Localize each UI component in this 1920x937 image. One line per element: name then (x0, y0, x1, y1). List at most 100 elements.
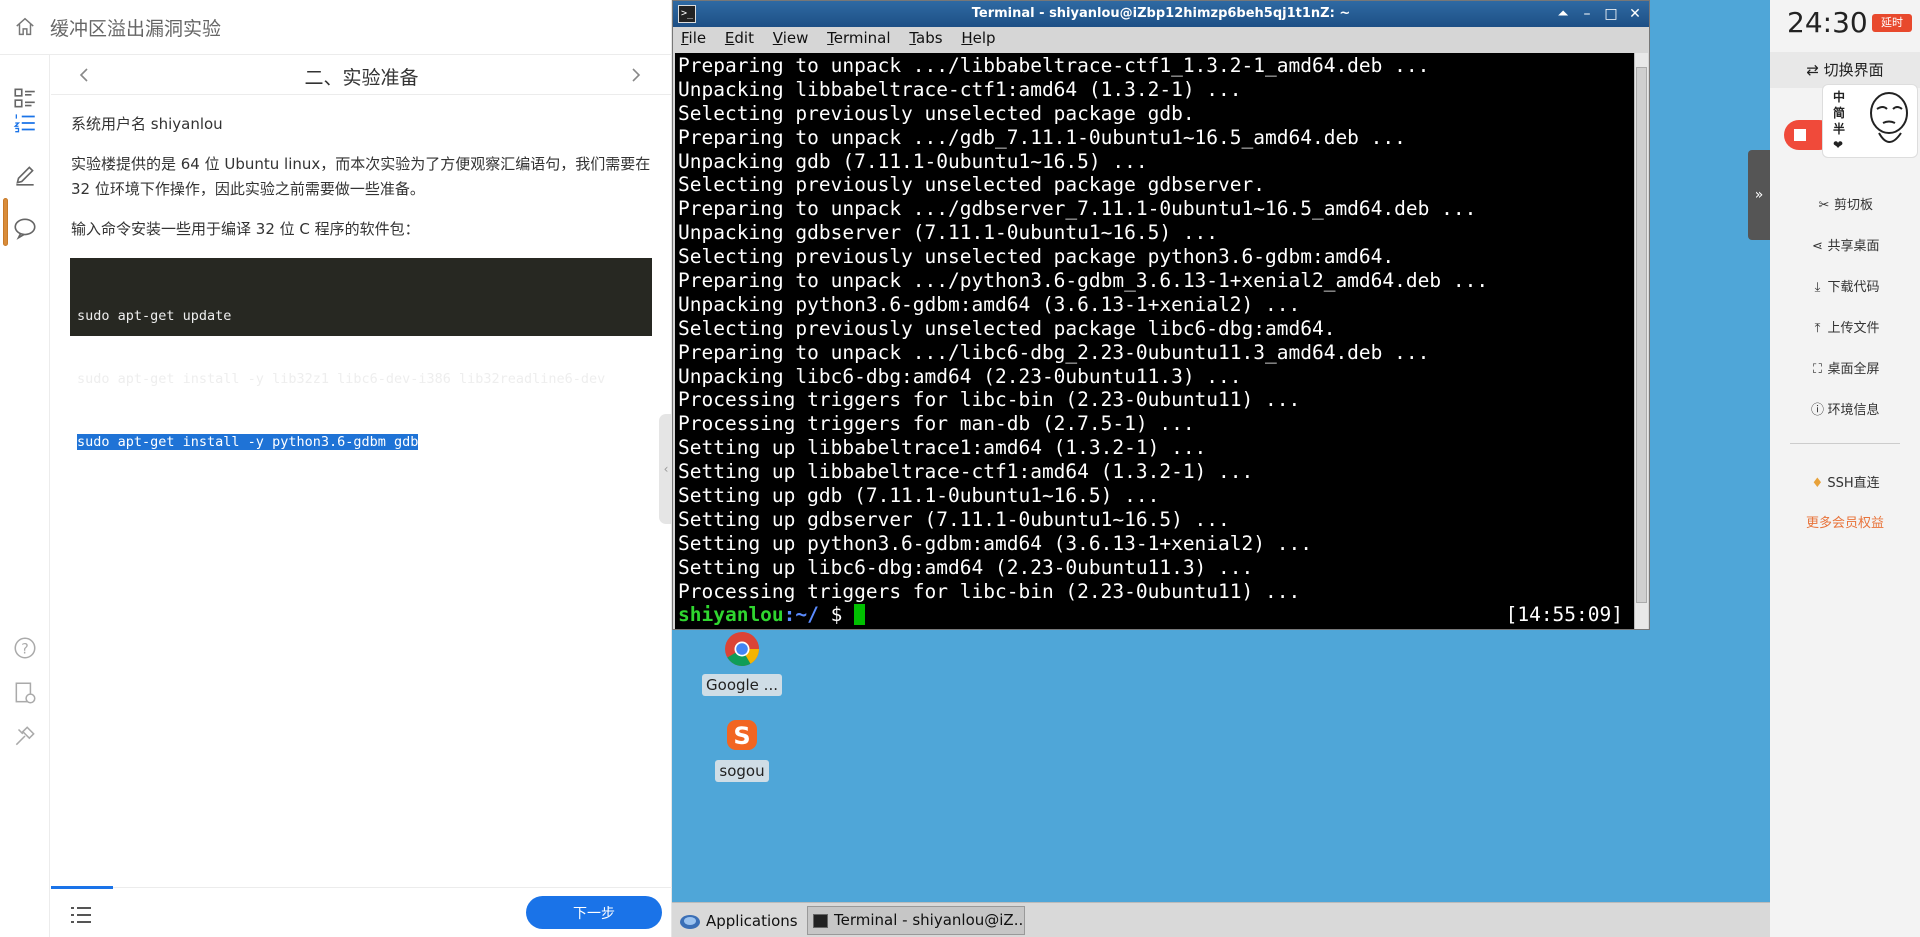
terminal-line: Selecting previously unselected package … (678, 101, 1195, 125)
menu-view[interactable]: View (765, 27, 815, 47)
menu-mnemonic: T (909, 29, 917, 47)
terminal-line: Preparing to unpack .../libc6-dbg_2.23-0… (678, 340, 1430, 364)
numbered-list-icon[interactable] (12, 110, 38, 136)
footer-progress (51, 886, 113, 889)
minimize-icon[interactable]: – (1577, 4, 1597, 24)
terminal-line: Unpacking libc6-dbg:amd64 (2.23-0ubuntu1… (678, 364, 1242, 388)
menu-edit[interactable]: Edit (717, 27, 760, 47)
terminal-line: Unpacking libbabeltrace-ctf1:amd64 (1.3.… (678, 77, 1242, 101)
section-nav: 二、实验准备 (51, 55, 672, 95)
terminal-line: Unpacking gdb (7.11.1-0ubuntu1~16.5) ... (678, 149, 1148, 173)
xfce-mouse-icon (680, 915, 700, 929)
applications-label: Applications (706, 912, 798, 930)
diamond-icon: ♦ (1811, 476, 1824, 491)
download-code-button[interactable]: ⤓ 下载代码 (1770, 276, 1920, 295)
terminal-titlebar[interactable]: >_ Terminal - shiyanlou@iZbp12himzp6beh5… (673, 1, 1649, 27)
chrome-icon (725, 632, 759, 666)
close-icon[interactable]: ✕ (1625, 4, 1645, 24)
taskbar-terminal-button[interactable]: Terminal - shiyanlou@iZ... (807, 906, 1025, 935)
icon-rail: ? (0, 55, 50, 937)
menu-file[interactable]: File (673, 27, 712, 47)
maximize-icon[interactable]: □ (1601, 4, 1621, 24)
terminal-line: Selecting previously unselected package … (678, 316, 1336, 340)
menu-help[interactable]: Help (953, 27, 1001, 47)
menu-mnemonic: T (827, 29, 834, 47)
switch-view-label: 切换界面 (1823, 61, 1884, 79)
lab-header: 缓冲区溢出漏洞实验 (0, 0, 672, 55)
sogou-icon: S (727, 720, 757, 750)
remote-desktop[interactable]: >_ Terminal - shiyanlou@iZbp12himzp6beh5… (672, 0, 1770, 937)
share-icon: ⋖ (1812, 239, 1823, 254)
fullscreen-button[interactable]: ⛶ 桌面全屏 (1770, 358, 1920, 377)
chat-icon[interactable] (12, 215, 38, 241)
side-item-label: 剪切板 (1833, 198, 1873, 213)
scrollbar-thumb[interactable] (1636, 67, 1647, 603)
home-icon[interactable] (14, 16, 36, 38)
right-sidebar: » 24:30 延时 ⇄ 切换界面 中 简 半 ❤ ✂ 剪切板 ⋖ 共享桌面 ⤓ 下载… (1748, 0, 1920, 937)
shade-icon[interactable]: ⏶ (1553, 4, 1573, 24)
side-item-label: 下载代码 (1827, 280, 1880, 295)
terminal-clock: [14:55:09] (1505, 603, 1623, 627)
menu-tabs[interactable]: Tabs (901, 27, 948, 47)
env-info-button[interactable]: ⓘ 环境信息 (1770, 399, 1920, 418)
info-icon: ⓘ (1810, 403, 1824, 418)
promo-sticker[interactable]: 中 简 半 ❤ (1822, 84, 1918, 158)
clipboard-button[interactable]: ✂ 剪切板 (1770, 194, 1920, 213)
terminal-line: Preparing to unpack .../gdb_7.11.1-0ubun… (678, 125, 1406, 149)
terminal-line: Setting up python3.6-gdbm:amd64 (3.6.13-… (678, 531, 1312, 555)
terminal-output[interactable]: Preparing to unpack .../libbabeltrace-ct… (675, 53, 1635, 629)
help-icon[interactable]: ? (12, 635, 38, 661)
menu-mnemonic: F (681, 29, 689, 47)
collapse-panel-handle[interactable]: ‹ (659, 414, 673, 524)
applications-menu[interactable]: Applications (678, 908, 798, 934)
more-benefits-link[interactable]: 更多会员权益 (1770, 512, 1920, 531)
prompt-user: shiyanlou (678, 603, 784, 627)
menu-label: dit (734, 29, 754, 47)
lab-panel: 缓冲区溢出漏洞实验 ? 二、实验准备 系统用户名 shiyanlou 实验楼提供… (0, 0, 673, 937)
terminal-prompt[interactable]: shiyanlou:~/ $ [14:55:09] (678, 603, 1635, 627)
ssh-label: SSH直连 (1827, 476, 1880, 491)
terminal-line: Unpacking gdbserver (7.11.1-0ubuntu1~16.… (678, 221, 1219, 245)
divider (1790, 443, 1900, 444)
text-cursor (854, 604, 866, 626)
desktop-icon-sogou[interactable]: S sogou (701, 716, 783, 782)
upload-icon: ⤒ (1814, 321, 1821, 336)
menu-mnemonic: V (772, 29, 783, 47)
menu-mnemonic: E (724, 29, 735, 47)
expand-panel-icon[interactable]: » (1748, 150, 1770, 240)
desktop-icon-label: Google ... (702, 674, 782, 696)
chevron-right-icon[interactable] (629, 65, 643, 85)
desktop-icon-chrome[interactable]: Google ... (701, 630, 783, 696)
section-title: 二、实验准备 (304, 67, 419, 89)
menu-terminal[interactable]: Terminal (819, 27, 896, 47)
note-edit-icon[interactable] (12, 162, 38, 188)
terminal-menubar: File Edit View Terminal Tabs Help (673, 27, 1649, 51)
menu-label: iew (782, 29, 809, 47)
terminal-line: Processing triggers for man-db (2.7.5-1)… (678, 412, 1195, 436)
list-icon[interactable] (69, 905, 93, 925)
code-line: sudo apt-get install -y lib32z1 libc6-de… (77, 371, 606, 387)
terminal-line: Preparing to unpack .../python3.6-gdbm_3… (678, 269, 1489, 293)
terminal-small-icon (813, 914, 828, 928)
terminal-line: Setting up libbabeltrace1:amd64 (1.3.2-1… (678, 436, 1207, 460)
switch-view-button[interactable]: ⇄ 切换界面 (1770, 52, 1920, 88)
lab-content: 二、实验准备 系统用户名 shiyanlou 实验楼提供的是 64 位 Ubun… (51, 55, 672, 937)
share-desktop-button[interactable]: ⋖ 共享桌面 (1770, 235, 1920, 254)
tools-icon[interactable] (12, 723, 38, 749)
terminal-line: Setting up gdbserver (7.11.1-0ubuntu1~16… (678, 507, 1230, 531)
terminal-scrollbar[interactable] (1634, 53, 1648, 629)
desktop-icon-label: sogou (715, 760, 769, 782)
terminal-line: Processing triggers for libc-bin (2.23-0… (678, 388, 1301, 412)
lab-title: 缓冲区溢出漏洞实验 (50, 18, 222, 40)
terminal-window[interactable]: >_ Terminal - shiyanlou@iZbp12himzp6beh5… (672, 0, 1650, 630)
settings-doc-icon[interactable] (12, 680, 38, 706)
ssh-connect-button[interactable]: ♦ SSH直连 (1770, 472, 1920, 491)
paragraph-install: 输入命令安装一些用于编译 32 位 C 程序的软件包： (71, 220, 420, 238)
outline-icon[interactable] (12, 85, 38, 111)
extend-time-button[interactable]: 延时 (1872, 14, 1912, 32)
side-item-label: 共享桌面 (1827, 239, 1880, 254)
code-block[interactable]: sudo apt-get update sudo apt-get install… (70, 258, 652, 450)
next-step-button[interactable]: 下一步 (526, 896, 662, 929)
upload-file-button[interactable]: ⤒ 上传文件 (1770, 317, 1920, 336)
menu-label: erminal (833, 29, 891, 47)
